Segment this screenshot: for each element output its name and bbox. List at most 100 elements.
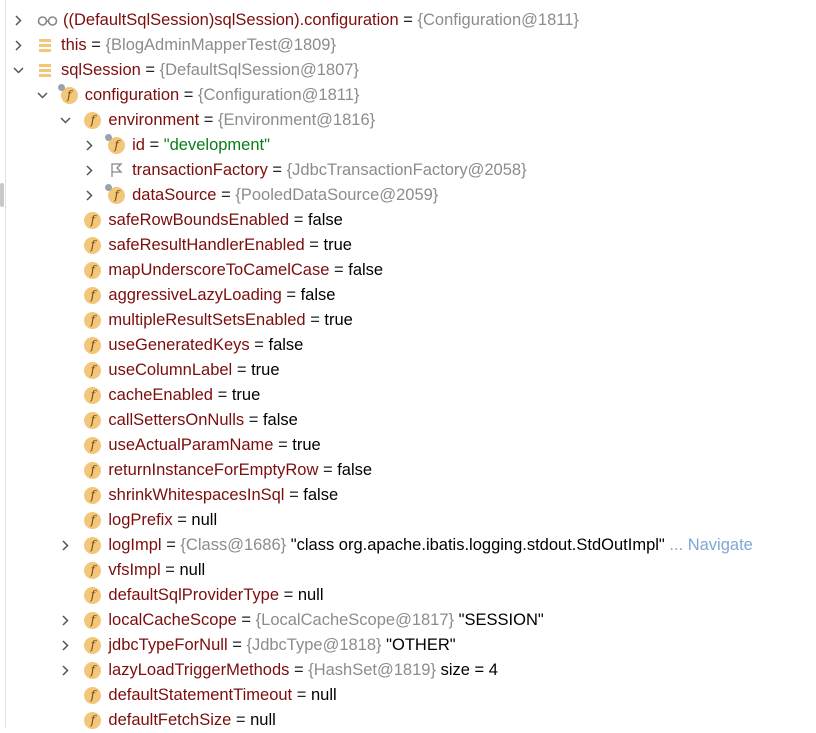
chevron-right-icon[interactable] <box>58 533 72 558</box>
tree-row[interactable]: f safeResultHandlerEnabled = true <box>0 233 816 258</box>
tree-row[interactable]: f id = "development" <box>0 133 816 158</box>
chevron-right-icon[interactable] <box>11 8 25 33</box>
variable-name: transactionFactory <box>132 161 268 179</box>
tree-row-text: localCacheScope = {LocalCacheScope@1817}… <box>108 608 543 633</box>
equals-sign: = <box>293 211 304 229</box>
chevron-right-icon[interactable] <box>58 608 72 633</box>
tree-row[interactable]: f returnInstanceForEmptyRow = false <box>0 458 816 483</box>
tree-row[interactable]: f mapUnderscoreToCamelCase = false <box>0 258 816 283</box>
flag-icon <box>108 162 125 179</box>
chevron-down-icon[interactable] <box>58 108 72 133</box>
tree-row[interactable]: f vfsImpl = null <box>0 558 816 583</box>
variable-type: {PooledDataSource@2059} <box>235 186 439 204</box>
tree-row-text: useGeneratedKeys = false <box>108 333 303 358</box>
variables-tree: ((DefaultSqlSession)sqlSession).configur… <box>0 8 816 733</box>
tree-row[interactable]: transactionFactory = {JdbcTransactionFac… <box>0 158 816 183</box>
tree-row-text: logPrefix = null <box>108 508 217 533</box>
variable-value: false <box>262 411 298 429</box>
navigate-link[interactable]: ... Navigate <box>669 536 752 554</box>
variable-value: true <box>251 361 280 379</box>
field-icon: f <box>84 412 102 429</box>
tree-row-text: shrinkWhitespacesInSql = false <box>108 483 338 508</box>
tree-row[interactable]: f useGeneratedKeys = false <box>0 333 816 358</box>
variable-name: useActualParamName <box>108 436 274 454</box>
tree-row[interactable]: f localCacheScope = {LocalCacheScope@1817… <box>0 608 816 633</box>
field-icon: f <box>84 637 102 654</box>
equals-sign: = <box>310 311 320 329</box>
variable-name: jdbcTypeForNull <box>108 636 228 654</box>
chevron-right-icon[interactable] <box>11 33 25 58</box>
chevron-right-icon[interactable] <box>82 183 96 208</box>
tree-row[interactable]: f shrinkWhitespacesInSql = false <box>0 483 816 508</box>
field-icon: f <box>84 537 102 554</box>
chevron-down-icon[interactable] <box>35 83 49 108</box>
variable-name: returnInstanceForEmptyRow <box>108 461 319 479</box>
final-field-icon: f <box>57 84 78 104</box>
equals-sign: = <box>235 711 246 729</box>
pin-icon <box>105 134 113 141</box>
tree-row-text: callSettersOnNulls = false <box>108 408 297 433</box>
tree-row[interactable]: this = {BlogAdminMapperTest@1809} <box>0 33 816 58</box>
final-field-icon: f <box>105 134 126 154</box>
field-icon: f <box>84 387 102 404</box>
variable-name: aggressiveLazyLoading <box>108 286 282 304</box>
variable-type: {DefaultSqlSession@1807} <box>159 61 359 79</box>
tree-row-text: safeRowBoundsEnabled = false <box>108 208 342 233</box>
field-icon: f <box>84 337 102 354</box>
chevron-right-icon[interactable] <box>58 658 72 683</box>
tree-row[interactable]: f defaultSqlProviderType = null <box>0 583 816 608</box>
tree-row[interactable]: f jdbcTypeForNull = {JdbcType@1818} "OTHE… <box>0 633 816 658</box>
tree-row[interactable]: f defaultStatementTimeout = null <box>0 683 816 708</box>
variable-type: {JdbcTransactionFactory@2058} <box>286 161 527 179</box>
tree-row-text: mapUnderscoreToCamelCase = false <box>108 258 383 283</box>
variable-value: null <box>250 711 276 729</box>
chevron-right-icon[interactable] <box>58 633 72 658</box>
tree-row-text: defaultStatementTimeout = null <box>108 683 336 708</box>
tree-row-text: defaultFetchSize = null <box>108 708 275 733</box>
tree-row[interactable]: f configuration = {Configuration@1811} <box>0 83 816 108</box>
tree-row[interactable]: ((DefaultSqlSession)sqlSession).configur… <box>0 8 816 33</box>
variable-value: null <box>310 686 337 704</box>
variable-value: false <box>300 286 336 304</box>
tree-row[interactable]: sqlSession = {DefaultSqlSession@1807} <box>0 58 816 83</box>
tree-row[interactable]: f environment = {Environment@1816} <box>0 108 816 133</box>
variable-name: useGeneratedKeys <box>108 336 250 354</box>
equals-sign: = <box>145 61 156 79</box>
tree-row[interactable]: f defaultFetchSize = null <box>0 708 816 733</box>
equals-sign: = <box>293 661 304 679</box>
tree-row[interactable]: f useColumnLabel = true <box>0 358 816 383</box>
tree-row[interactable]: f lazyLoadTriggerMethods = {HashSet@1819}… <box>0 658 816 683</box>
tree-row[interactable]: f dataSource = {PooledDataSource@2059} <box>0 183 816 208</box>
equals-sign: = <box>217 386 228 404</box>
pin-icon <box>105 184 113 191</box>
variable-name: configuration <box>84 86 180 104</box>
field-icon: f <box>84 512 102 529</box>
tree-row[interactable]: f safeRowBoundsEnabled = false <box>0 208 816 233</box>
variable-name: logPrefix <box>108 511 173 529</box>
final-field-icon: f <box>105 184 126 204</box>
field-icon: f <box>84 237 102 254</box>
variable-value: true <box>292 436 321 454</box>
chevron-right-icon[interactable] <box>82 158 96 183</box>
stack-frame-icon <box>37 62 54 79</box>
equals-sign: = <box>149 136 160 154</box>
variable-name: defaultSqlProviderType <box>108 586 279 604</box>
tree-row[interactable]: f aggressiveLazyLoading = false <box>0 283 816 308</box>
variable-value: "class org.apache.ibatis.logging.stdout.… <box>290 536 665 554</box>
variable-type: {HashSet@1819} <box>308 661 436 679</box>
field-icon: f <box>84 562 102 579</box>
tree-row[interactable]: f logImpl = {Class@1686} "class org.apach… <box>0 533 816 558</box>
chevron-down-icon[interactable] <box>11 58 25 83</box>
variable-name: sqlSession <box>61 61 141 79</box>
tree-row[interactable]: f callSettersOnNulls = false <box>0 408 816 433</box>
variable-type: {Environment@1816} <box>218 111 376 129</box>
tree-row[interactable]: f logPrefix = null <box>0 508 816 533</box>
tree-row[interactable]: f useActualParamName = true <box>0 433 816 458</box>
tree-row[interactable]: f cacheEnabled = true <box>0 383 816 408</box>
pin-icon <box>57 84 65 91</box>
chevron-right-icon[interactable] <box>82 133 96 158</box>
variable-value: true <box>324 311 353 329</box>
tree-row[interactable]: f multipleResultSetsEnabled = true <box>0 308 816 333</box>
variable-name: id <box>132 136 145 154</box>
field-icon: f <box>84 462 102 479</box>
